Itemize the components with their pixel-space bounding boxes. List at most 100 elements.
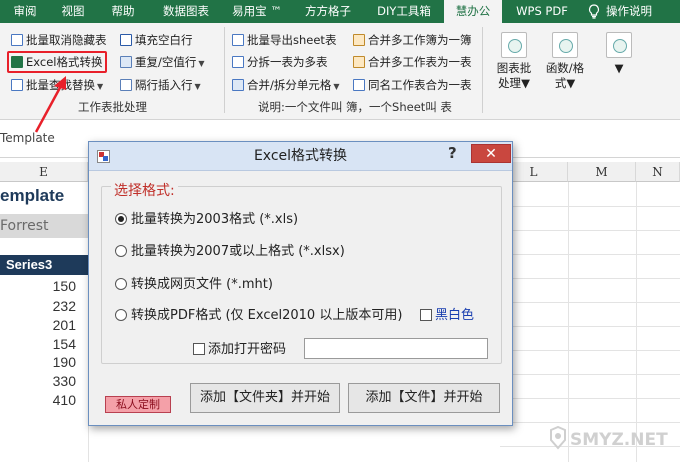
black-white-checkbox[interactable]: 黑白色 xyxy=(420,307,474,325)
tab-help[interactable]: 帮助 xyxy=(102,0,144,23)
gridline xyxy=(500,302,680,303)
tab-diy-toolbox[interactable]: DIY工具箱 xyxy=(370,0,438,23)
fill-blank-button[interactable]: 填充空白行 xyxy=(120,31,193,49)
dialog-title-bar[interactable]: Excel格式转换 ? ✕ xyxy=(89,142,512,171)
formula-bar-text: Template xyxy=(0,131,55,145)
lightbulb-icon[interactable] xyxy=(588,4,600,22)
group-label-explanation: 说明:一个文件叫 簿，一个Sheet叫 表 xyxy=(258,100,452,114)
merge-sheets-icon xyxy=(353,56,365,68)
gridline xyxy=(568,182,569,462)
password-input[interactable] xyxy=(304,338,488,359)
help-icon[interactable]: ? xyxy=(448,144,457,162)
radio-label: 批量转换为2003格式 (*.xls) xyxy=(131,212,299,227)
tab-easy-use[interactable]: 易用宝 ™ xyxy=(226,0,288,23)
unhide-sheets-button[interactable]: 批量取消隐藏表 xyxy=(11,31,107,49)
radio-indicator[interactable] xyxy=(115,309,127,321)
merge-sheets-button[interactable]: 合并多工作表为一表 xyxy=(353,53,472,71)
tab-wps-pdf[interactable]: WPS PDF xyxy=(508,0,576,23)
dropdown-arrow-icon: ▼ xyxy=(521,76,530,90)
value-cell[interactable]: 330 xyxy=(0,371,76,391)
find-replace-icon xyxy=(11,79,23,91)
function-format-icon xyxy=(552,32,578,58)
merge-books-button[interactable]: 合并多工作簿为一簿 xyxy=(353,31,472,49)
unhide-sheets-icon xyxy=(11,34,23,46)
chart-batch-button[interactable]: 图表批 处理▼ xyxy=(490,32,538,91)
insert-rows-icon xyxy=(120,79,132,91)
checkbox-label: 添加打开密码 xyxy=(208,342,287,357)
radio-mht[interactable]: 转换成网页文件 (*.mht) xyxy=(115,276,273,294)
group-separator xyxy=(482,27,483,113)
button-label: 批量导出sheet表 xyxy=(247,33,337,47)
button-label: 合并多工作表为一表 xyxy=(368,55,472,69)
gridline xyxy=(500,206,680,207)
add-folder-start-button[interactable]: 添加【文件夹】并开始 xyxy=(190,383,340,413)
excel-format-dialog: Excel格式转换 ? ✕ 选择格式: 批量转换为2003格式 (*.xls) … xyxy=(88,141,513,426)
gridline xyxy=(500,278,680,279)
tab-data-charts[interactable]: 数据图表 xyxy=(154,0,218,23)
tab-fangfang[interactable]: 方方格子 xyxy=(296,0,360,23)
same-name-merge-icon xyxy=(353,79,365,91)
insert-rows-button[interactable]: 隔行插入行 ▼ xyxy=(120,76,201,94)
dropdown-arrow-icon: ▼ xyxy=(333,82,340,91)
value-cell[interactable]: 201 xyxy=(0,315,76,335)
button-label: 填充空白行 xyxy=(135,33,193,47)
merge-cells-button[interactable]: 合并/拆分单元格 ▼ xyxy=(232,76,340,94)
column-header-n[interactable]: N xyxy=(636,162,680,182)
duplicate-rows-button[interactable]: 重复/空值行 ▼ xyxy=(120,53,205,71)
split-sheet-icon xyxy=(232,56,244,68)
author-cell[interactable]: Forrest xyxy=(0,214,88,238)
value-cell[interactable]: 150 xyxy=(0,276,76,296)
gridline xyxy=(500,254,680,255)
series-header-cell[interactable]: Series3 xyxy=(0,255,88,275)
button-label: 合并多工作簿为一簿 xyxy=(368,33,472,47)
button-label: 批量取消隐藏表 xyxy=(26,33,107,47)
radio-indicator[interactable] xyxy=(115,278,127,290)
radio-xls[interactable]: 批量转换为2003格式 (*.xls) xyxy=(115,211,298,229)
export-sheets-button[interactable]: 批量导出sheet表 xyxy=(232,31,336,49)
radio-pdf[interactable]: 转换成PDF格式 (仅 Excel2010 以上版本可用) xyxy=(115,307,402,325)
column-header-m[interactable]: M xyxy=(568,162,636,182)
tab-review[interactable]: 审阅 xyxy=(6,0,44,23)
dropdown-arrow-icon: ▼ xyxy=(198,59,205,68)
duplicate-rows-icon xyxy=(120,56,132,68)
button-label: 重复/空值行 xyxy=(135,55,197,69)
tab-instructions[interactable]: 操作说明 xyxy=(606,0,676,23)
button-label: 批量查找替换 xyxy=(26,78,95,92)
checkbox-indicator[interactable] xyxy=(193,343,205,355)
fill-blank-icon xyxy=(120,34,132,46)
dropdown-arrow-icon: ▼ xyxy=(566,76,576,90)
value-cell[interactable]: 190 xyxy=(0,352,76,372)
sheet-title-cell[interactable]: emplate xyxy=(0,186,64,206)
function-format-button[interactable]: 函数/格 式▼ xyxy=(541,32,589,91)
button-label: 合并/拆分单元格 xyxy=(247,78,332,92)
close-button[interactable]: ✕ xyxy=(471,144,511,163)
add-file-start-button[interactable]: 添加【文件】并开始 xyxy=(348,383,500,413)
value-cell[interactable]: 154 xyxy=(0,334,76,354)
highlight-box xyxy=(7,51,107,73)
watermark: SMYZ.NET xyxy=(570,430,668,450)
tab-view[interactable]: 视图 xyxy=(52,0,94,23)
split-sheet-button[interactable]: 分拆一表为多表 xyxy=(232,53,328,71)
dropdown-arrow-icon: ▼ xyxy=(97,82,104,91)
radio-indicator[interactable] xyxy=(115,245,127,257)
gridline xyxy=(500,398,680,399)
extra-tool-button[interactable]: ▼ xyxy=(600,32,638,76)
button-label: 图表批 xyxy=(496,61,532,75)
tab-huibangong[interactable]: 慧办公 xyxy=(444,0,502,23)
radio-label: 转换成PDF格式 (仅 Excel2010 以上版本可用) xyxy=(131,308,403,323)
custom-button[interactable]: 私人定制 xyxy=(105,396,171,413)
group-label-sheet-batch: 工作表批处理 xyxy=(78,100,147,114)
add-password-checkbox[interactable]: 添加打开密码 xyxy=(193,341,286,359)
value-cell[interactable]: 410 xyxy=(0,390,76,410)
find-replace-button[interactable]: 批量查找替换 ▼ xyxy=(11,76,103,94)
checkbox-indicator[interactable] xyxy=(420,309,432,321)
gridline xyxy=(500,374,680,375)
radio-xlsx[interactable]: 批量转换为2007或以上格式 (*.xlsx) xyxy=(115,243,345,261)
same-name-merge-button[interactable]: 同名工作表合为一表 xyxy=(353,76,472,94)
column-header-e[interactable]: E xyxy=(0,162,88,182)
chart-batch-icon xyxy=(501,32,527,58)
button-label: 分拆一表为多表 xyxy=(247,55,328,69)
value-cell[interactable]: 232 xyxy=(0,296,76,316)
radio-label: 批量转换为2007或以上格式 (*.xlsx) xyxy=(131,244,345,259)
radio-indicator[interactable] xyxy=(115,213,127,225)
